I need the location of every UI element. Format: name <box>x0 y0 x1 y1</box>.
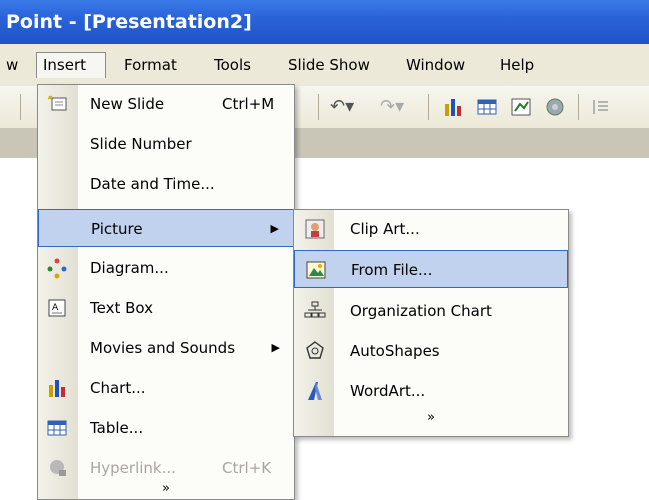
chart-icon <box>46 377 68 399</box>
expand-menu-chevron-icon[interactable]: » <box>38 479 294 499</box>
insert-table-icon[interactable] <box>476 96 498 118</box>
submenu-arrow-icon: ▶ <box>271 341 280 354</box>
submenu-item-from-file[interactable]: From File... <box>294 250 568 288</box>
org-chart-icon <box>304 300 326 322</box>
insert-hyperlink-icon[interactable] <box>544 96 566 118</box>
menu-insert[interactable]: Insert <box>36 52 106 78</box>
menu-item-movies-and-sounds[interactable]: Movies and Sounds ▶ <box>38 329 294 367</box>
toolbar-separator <box>318 94 319 120</box>
menu-bar: w Insert Format Tools Slide Show Window … <box>0 44 649 86</box>
menu-item-diagram[interactable]: Diagram... <box>38 249 294 287</box>
new-slide-icon <box>46 93 68 115</box>
menu-help[interactable]: Help <box>494 52 540 78</box>
menu-slide-show[interactable]: Slide Show <box>282 52 376 78</box>
submenu-item-wordart[interactable]: WordArt... <box>294 372 568 410</box>
menu-format[interactable]: Format <box>118 52 183 78</box>
submenu-item-organization-chart[interactable]: Organization Chart <box>294 292 568 330</box>
toolbar-separator <box>20 94 21 120</box>
diagram-icon <box>46 257 68 279</box>
wordart-icon <box>304 380 326 402</box>
menu-item-table[interactable]: Table... <box>38 409 294 447</box>
table-icon <box>46 417 68 439</box>
submenu-arrow-icon: ▶ <box>270 222 279 235</box>
svg-text:A: A <box>52 303 59 313</box>
hyperlink-icon <box>46 457 68 479</box>
insert-chart-icon[interactable] <box>442 96 464 118</box>
menu-item-label: AutoShapes <box>350 342 440 360</box>
toolbar-separator <box>578 94 579 120</box>
insert-diagram-icon[interactable] <box>510 96 532 118</box>
menu-item-label: Date and Time... <box>90 175 215 193</box>
clip-art-icon <box>304 218 326 240</box>
menu-view[interactable]: w <box>0 52 24 78</box>
menu-item-label: WordArt... <box>350 382 426 400</box>
menu-item-label: Picture <box>91 220 143 238</box>
menu-window[interactable]: Window <box>400 52 471 78</box>
menu-item-label: Organization Chart <box>350 302 492 320</box>
undo-icon[interactable]: ↶▾ <box>330 96 354 118</box>
expand-submenu-chevron-icon[interactable]: » <box>294 408 568 428</box>
picture-submenu: Clip Art... From File... Organization Ch… <box>293 209 569 437</box>
menu-item-label: Movies and Sounds <box>90 339 236 357</box>
menu-item-label: Clip Art... <box>350 220 420 238</box>
menu-item-picture[interactable]: Picture ▶ <box>38 209 294 247</box>
insert-menu: New Slide Ctrl+M Slide Number Date and T… <box>37 84 295 500</box>
window-title: Point - [Presentation2] <box>6 11 252 33</box>
submenu-item-autoshapes[interactable]: AutoShapes <box>294 332 568 370</box>
menu-item-date-and-time[interactable]: Date and Time... <box>38 165 294 203</box>
menu-item-chart[interactable]: Chart... <box>38 369 294 407</box>
window-title-bar: Point - [Presentation2] <box>0 0 649 44</box>
menu-item-label: Diagram... <box>90 259 169 277</box>
menu-item-label: New Slide <box>90 95 165 113</box>
menu-item-shortcut: Ctrl+M <box>222 95 275 113</box>
redo-icon[interactable]: ↷▾ <box>380 96 404 118</box>
menu-item-label: Text Box <box>90 299 153 317</box>
autoshapes-icon <box>304 340 326 362</box>
menu-item-label: Chart... <box>90 379 146 397</box>
menu-item-label: Table... <box>90 419 144 437</box>
toolbar-separator <box>428 94 429 120</box>
submenu-item-clip-art[interactable]: Clip Art... <box>294 210 568 248</box>
menu-tools[interactable]: Tools <box>208 52 257 78</box>
text-box-icon: A <box>46 297 68 319</box>
picture-file-icon <box>305 259 327 281</box>
expand-all-icon[interactable] <box>590 96 612 118</box>
menu-item-text-box[interactable]: A Text Box <box>38 289 294 327</box>
menu-item-new-slide[interactable]: New Slide Ctrl+M <box>38 85 294 123</box>
menu-item-label: Slide Number <box>90 135 192 153</box>
menu-item-label: From File... <box>351 261 433 279</box>
menu-item-slide-number[interactable]: Slide Number <box>38 125 294 163</box>
